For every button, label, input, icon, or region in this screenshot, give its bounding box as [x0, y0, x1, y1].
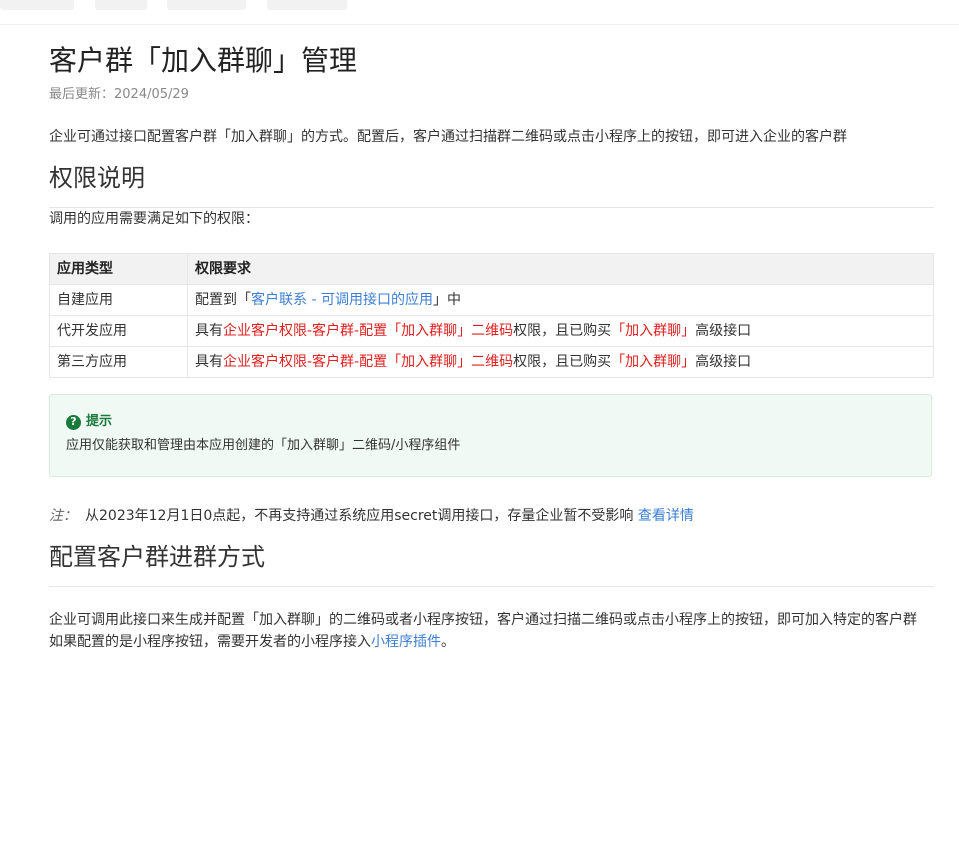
- requirement-text: 高级接口: [695, 354, 752, 370]
- note-paragraph: 注： 从2023年12月1日0点起，不再支持通过系统应用secret调用接口，存量…: [49, 505, 934, 527]
- table-row: 代开发应用 具有企业客户权限-客户群-配置「加入群聊」二维码权限，且已购买「加入…: [49, 315, 934, 347]
- app-type-cell: 代开发应用: [49, 315, 188, 347]
- requirement-text: 」中: [432, 292, 461, 308]
- requirement-text: 高级接口: [695, 323, 752, 339]
- requirement-text: 配置到「: [195, 292, 251, 308]
- note-text: 从2023年12月1日0点起，不再支持通过系统应用secret调用接口，存量企业…: [85, 508, 634, 524]
- customer-contact-apps-link[interactable]: 客户联系 - 可调用接口的应用: [251, 292, 433, 308]
- top-nav-tab[interactable]: [0, 0, 74, 10]
- table-header-row: 应用类型 权限要求: [49, 253, 934, 285]
- requirement-cell: 配置到「客户联系 - 可调用接口的应用」中: [187, 284, 934, 316]
- permissions-table: 应用类型 权限要求 自建应用 配置到「客户联系 - 可调用接口的应用」中 代开发…: [49, 253, 934, 378]
- advanced-api-link[interactable]: 「加入群聊」: [611, 354, 695, 370]
- tip-box: ? 提示 应用仅能获取和管理由本应用创建的「加入群聊」二维码/小程序组件: [49, 394, 932, 477]
- requirement-cell: 具有企业客户权限-客户群-配置「加入群聊」二维码权限，且已购买「加入群聊」高级接…: [187, 315, 934, 347]
- intro-paragraph: 企业可通过接口配置客户群「加入群聊」的方式。配置后，客户通过扫描群二维码或点击小…: [49, 129, 847, 145]
- config-text: 如果配置的是小程序按钮，需要开发者的小程序接入: [49, 634, 371, 650]
- permissions-intro: 调用的应用需要满足如下的权限：: [49, 211, 259, 227]
- table-header-cell: 权限要求: [187, 253, 934, 285]
- config-text: 。: [441, 634, 455, 650]
- doc-content: 客户群「加入群聊」管理 最后更新：2024/05/29 企业可通过接口配置客户群…: [49, 24, 934, 653]
- app-type-cell: 第三方应用: [49, 346, 188, 378]
- top-nav-bar: [0, 0, 959, 25]
- table-header-cell: 应用类型: [49, 253, 188, 285]
- requirement-text: 具有: [195, 323, 223, 339]
- permission-link[interactable]: 企业客户权限-客户群-配置「加入群聊」二维码: [223, 354, 513, 370]
- permissions-heading: 权限说明: [49, 162, 934, 208]
- table-row: 第三方应用 具有企业客户权限-客户群-配置「加入群聊」二维码权限，且已购买「加入…: [49, 346, 934, 378]
- view-details-link[interactable]: 查看详情: [638, 508, 694, 524]
- tip-body: 应用仅能获取和管理由本应用创建的「加入群聊」二维码/小程序组件: [66, 438, 461, 453]
- last-updated: 最后更新：2024/05/29: [49, 87, 189, 102]
- config-paragraph: 企业可调用此接口来生成并配置「加入群聊」的二维码或者小程序按钮，客户通过扫描二维…: [49, 612, 917, 628]
- top-nav-tab[interactable]: [95, 0, 147, 10]
- requirement-cell: 具有企业客户权限-客户群-配置「加入群聊」二维码权限，且已购买「加入群聊」高级接…: [187, 346, 934, 378]
- top-nav-tab[interactable]: [167, 0, 246, 10]
- advanced-api-link[interactable]: 「加入群聊」: [611, 323, 695, 339]
- config-body: 企业可调用此接口来生成并配置「加入群聊」的二维码或者小程序按钮，客户通过扫描二维…: [49, 609, 934, 653]
- top-nav-tab[interactable]: [267, 0, 347, 10]
- config-heading: 配置客户群进群方式: [49, 541, 934, 587]
- app-type-cell: 自建应用: [49, 284, 188, 316]
- table-row: 自建应用 配置到「客户联系 - 可调用接口的应用」中: [49, 284, 934, 316]
- permission-link[interactable]: 企业客户权限-客户群-配置「加入群聊」二维码: [223, 323, 513, 339]
- note-label: 注：: [49, 508, 77, 524]
- requirement-text: 具有: [195, 354, 223, 370]
- tip-header: ? 提示: [66, 413, 915, 431]
- mini-program-plugin-link[interactable]: 小程序插件: [371, 634, 441, 650]
- config-paragraph: 如果配置的是小程序按钮，需要开发者的小程序接入小程序插件。: [49, 631, 934, 653]
- question-circle-icon: ?: [66, 414, 81, 430]
- tip-title: 提示: [86, 414, 113, 429]
- page-title: 客户群「加入群聊」管理: [49, 44, 358, 77]
- requirement-text: 权限，且已购买: [513, 354, 612, 370]
- requirement-text: 权限，且已购买: [513, 323, 612, 339]
